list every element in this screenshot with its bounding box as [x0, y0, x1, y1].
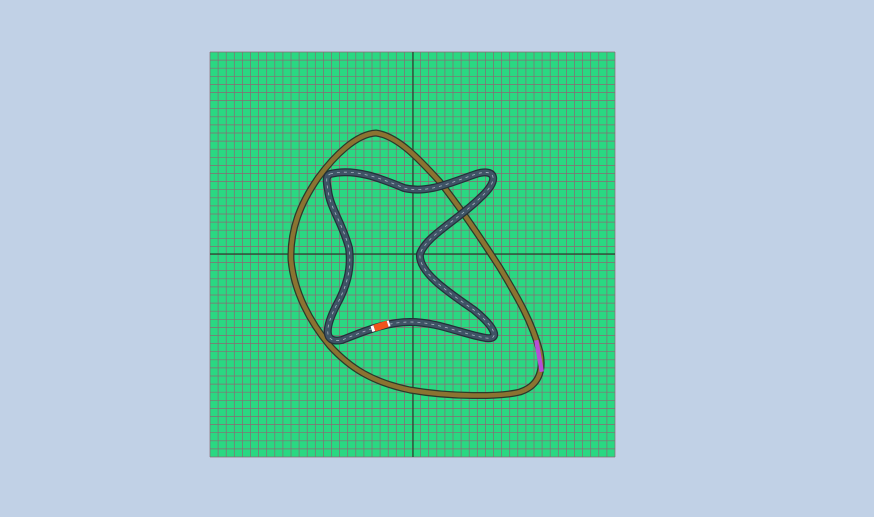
game-scene: [209, 51, 616, 458]
play-field: [209, 51, 616, 458]
